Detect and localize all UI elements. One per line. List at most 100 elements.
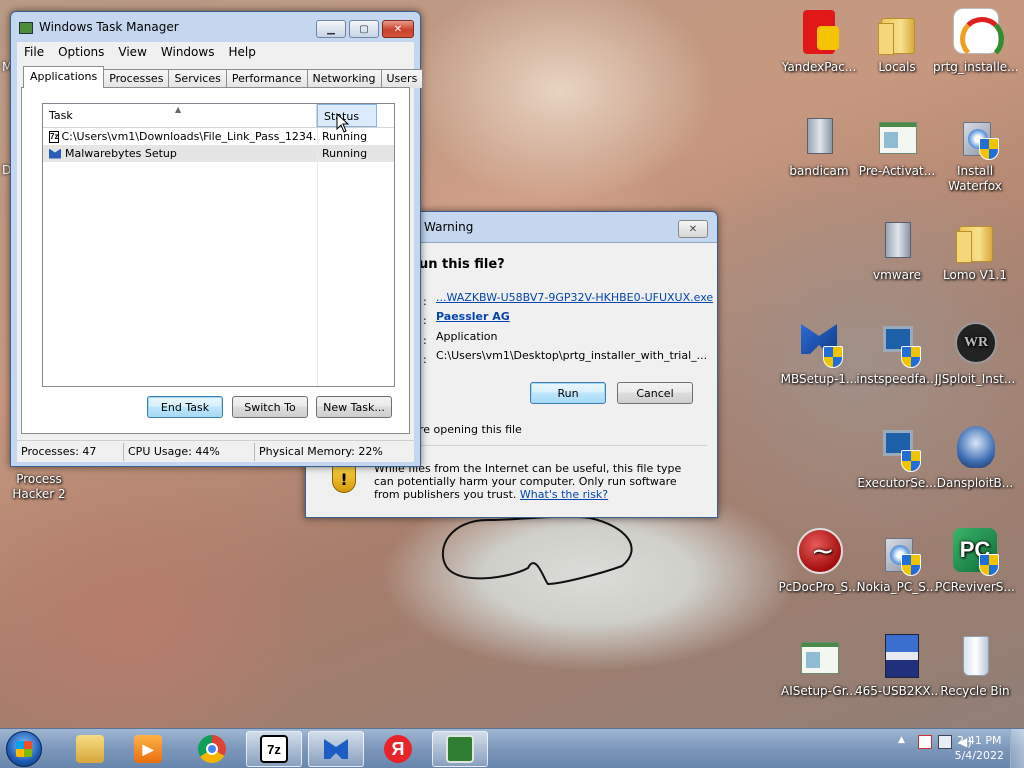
flag-alert-icon[interactable] — [918, 735, 932, 749]
desktop-icon-label: Recycle Bin — [940, 684, 1010, 698]
desktop-icon-label: Pre-Activat... — [858, 164, 936, 178]
file-name-link[interactable]: ...WAZKBW-U58BV7-9GP32V-HKHBE0-UFUXUX.ex… — [436, 291, 713, 304]
whats-the-risk-link[interactable]: What's the risk? — [520, 488, 608, 501]
7zip-icon: 7z — [49, 130, 60, 143]
maximize-icon: ▢ — [359, 23, 369, 35]
setup-package-icon — [951, 112, 999, 160]
desktop-icon-bandicam[interactable]: bandicam — [778, 108, 860, 198]
desktop-icon-label: MBSetup-1... — [780, 372, 858, 386]
taskbar-app-media-player[interactable]: ▶ — [120, 731, 176, 767]
yandex-puzzle-icon — [795, 8, 843, 56]
desktop-icon-install-waterfox[interactable]: Install Waterfox — [934, 108, 1016, 198]
menu-view[interactable]: View — [111, 45, 153, 59]
taskbar-app-7zip[interactable]: 7z — [246, 731, 302, 767]
mouse-cursor-icon — [336, 113, 350, 133]
clock[interactable]: 2:41 PM 5/4/2022 — [955, 733, 1004, 763]
desktop-icon-label: JJSploit_Inst... — [934, 372, 1016, 386]
download-setup-icon — [873, 528, 921, 576]
network-icon[interactable] — [938, 735, 952, 749]
task-manager-body: Applications Processes Services Performa… — [17, 62, 424, 440]
desktop-icon-mbsetup[interactable]: MBSetup-1... — [778, 316, 860, 406]
status-cpu-usage: CPU Usage: 44% — [124, 442, 255, 461]
folder-icon — [951, 216, 999, 264]
start-button[interactable] — [6, 731, 42, 767]
desktop-icon-pcdocpro[interactable]: PcDocPro_S... — [778, 524, 860, 614]
recycle-bin-icon — [951, 632, 999, 680]
monitor-setup-icon — [873, 320, 921, 368]
risk-info-text: While files from the Internet can be use… — [374, 462, 694, 501]
taskbar-app-explorer[interactable] — [62, 731, 118, 767]
tab-services[interactable]: Services — [168, 69, 227, 88]
desktop-icon-dansploit[interactable]: DansploitB... — [934, 420, 1016, 510]
taskbar-app-malwarebytes[interactable] — [308, 731, 364, 767]
desktop-icon-label: vmware — [872, 268, 921, 282]
desktop-icon-pre-activat[interactable]: Pre-Activat... — [856, 108, 938, 198]
tab-networking[interactable]: Networking — [306, 69, 382, 88]
desktop-icon-label: instspeedfa... — [856, 372, 938, 386]
tab-users[interactable]: Users — [380, 69, 424, 88]
desktop-icon-process-hacker[interactable]: Process Hacker 2 — [0, 468, 78, 558]
always-ask-checkbox-label[interactable]: re opening this file — [419, 423, 522, 436]
menu-file[interactable]: File — [17, 45, 51, 59]
menu-options[interactable]: Options — [51, 45, 111, 59]
tab-performance[interactable]: Performance — [225, 69, 308, 88]
maximize-button[interactable]: ▢ — [349, 20, 379, 38]
run-button[interactable]: Run — [530, 382, 606, 404]
task-cell: 7z C:\Users\vm1\Downloads\File_Link_Pass… — [43, 130, 317, 143]
desktop-icon-pcreviver[interactable]: PC PCReviverS... — [934, 524, 1016, 614]
desktop-icon-prtg-installer[interactable]: prtg_installe... — [933, 4, 1017, 94]
desktop-icon-usb2kx[interactable]: 465-USB2KX... — [855, 628, 939, 718]
menu-help[interactable]: Help — [221, 45, 262, 59]
7zip-icon: 7z — [260, 735, 288, 763]
task-manager-window: Windows Task Manager ▁ ▢ ✕ File Options … — [10, 11, 424, 467]
yandex-icon: Я — [384, 735, 412, 763]
jjsploit-icon: WR — [951, 320, 999, 368]
show-desktop-button[interactable] — [1010, 729, 1024, 768]
menu-bar: File Options View Windows Help — [17, 42, 414, 62]
menu-windows[interactable]: Windows — [154, 45, 222, 59]
desktop-icon-yandexpack[interactable]: YandexPac... — [778, 4, 860, 94]
minimize-icon: ▁ — [327, 23, 335, 35]
tab-processes[interactable]: Processes — [103, 69, 170, 88]
folder-icon — [76, 735, 104, 763]
field-separator: : — [423, 353, 427, 366]
warning-shield-icon: ! — [332, 465, 356, 493]
task-list[interactable]: ▲ Task Status 7z C:\Users\vm1\Downloads\… — [42, 103, 395, 387]
desktop-icon-label: Install Waterfox — [948, 164, 1002, 193]
desktop-icon-aisetup[interactable]: AISetup-Gr... — [778, 628, 860, 718]
taskbar-app-task-manager[interactable] — [432, 731, 488, 767]
end-task-button[interactable]: End Task — [147, 396, 223, 418]
malwarebytes-icon — [795, 320, 843, 368]
desktop-icon-locals[interactable]: Locals — [856, 4, 938, 94]
desktop-icon-label: YandexPac... — [781, 60, 857, 74]
close-button[interactable]: ✕ — [382, 20, 414, 38]
desktop-icon-jjsploit[interactable]: WR JJSploit_Inst... — [934, 316, 1016, 406]
desktop-icon-lomo[interactable]: Lomo V1.1 — [934, 212, 1016, 302]
show-hidden-icons-icon[interactable]: ▲ — [898, 735, 912, 749]
file-path-value: C:\Users\vm1\Desktop\prtg_installer_with… — [436, 349, 708, 362]
file-type-value: Application — [436, 330, 498, 343]
new-task-button[interactable]: New Task... — [316, 396, 392, 418]
run-question: un this file? — [419, 257, 505, 272]
applications-panel: ▲ Task Status 7z C:\Users\vm1\Downloads\… — [21, 87, 410, 434]
desktop-icon-instspeedfan[interactable]: instspeedfa... — [856, 316, 938, 406]
status-processes: Processes: 47 — [17, 442, 124, 461]
task-name: C:\Users\vm1\Downloads\File_Link_Pass_12… — [61, 130, 317, 143]
publisher-link[interactable]: Paessler AG — [436, 310, 510, 323]
column-header-task[interactable]: ▲ Task — [43, 104, 317, 127]
desktop-icon-executor[interactable]: ExecutorSe... — [856, 420, 938, 510]
taskbar-app-yandex[interactable]: Я — [370, 731, 426, 767]
desktop-icon-vmware[interactable]: vmware — [856, 212, 938, 302]
task-status: Running — [322, 147, 368, 160]
close-button[interactable]: ✕ — [678, 220, 708, 238]
desktop-icon-label: 465-USB2KX... — [855, 684, 939, 698]
switch-to-button[interactable]: Switch To — [232, 396, 308, 418]
task-manager-icon — [19, 22, 33, 34]
taskbar-app-chrome[interactable] — [184, 731, 240, 767]
table-row[interactable]: Malwarebytes Setup Running — [43, 145, 394, 162]
cancel-button[interactable]: Cancel — [617, 382, 693, 404]
minimize-button[interactable]: ▁ — [316, 20, 346, 38]
desktop-icon-recycle-bin[interactable]: Recycle Bin — [934, 628, 1016, 718]
desktop-icon-nokia-pc-suite[interactable]: Nokia_PC_S... — [856, 524, 938, 614]
tab-applications[interactable]: Applications — [23, 66, 105, 88]
